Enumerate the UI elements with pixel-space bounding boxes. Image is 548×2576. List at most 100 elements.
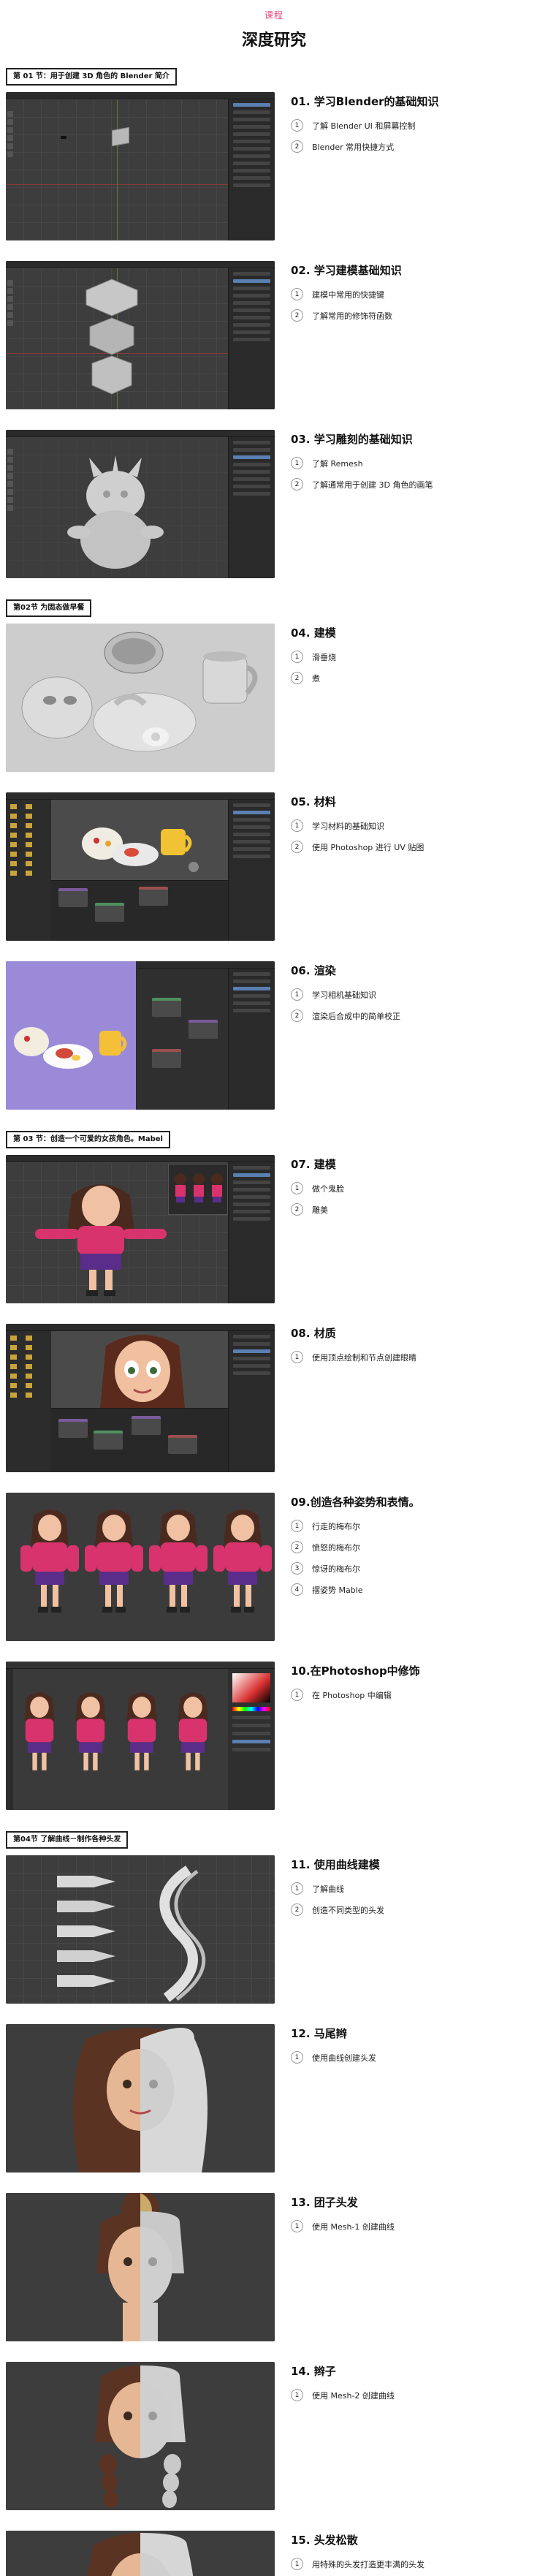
- list-item: 1 使用顶点绘制和节点创建眼睛: [291, 1351, 548, 1363]
- number-badge: 1: [291, 457, 303, 469]
- list-item: 2 了解通常用于创建 3D 角色的画笔: [291, 478, 548, 490]
- number-badge: 3: [291, 1562, 303, 1575]
- lesson-05-screenshot: [6, 792, 275, 941]
- lesson-title: 12. 马尾辫: [291, 2027, 347, 2040]
- list-item: 1 用特殊的头发打造更丰满的头发: [291, 2558, 548, 2570]
- lesson-07: 07. 建模 1 做个鬼脸 2 雕美: [0, 1155, 548, 1303]
- list-item: 1 行走的梅布尔: [291, 1520, 548, 1532]
- number-badge: 2: [291, 1541, 303, 1553]
- section-tag-2: 第02节 为固态做早餐: [6, 599, 92, 617]
- list-item: 1 做个鬼脸: [291, 1182, 548, 1194]
- number-badge: 1: [291, 1882, 303, 1895]
- page-header: 课程 深度研究: [0, 0, 548, 56]
- lesson-15: 15. 头发松散 1 用特殊的头发打造更丰满的头发: [0, 2531, 548, 2576]
- lesson-14: 14. 辫子 1 使用 Mesh-2 创建曲线: [0, 2362, 548, 2510]
- number-badge: 1: [291, 651, 303, 663]
- list-item: 1在 Photoshop 中编辑: [291, 1689, 548, 1701]
- number-badge: 1: [291, 119, 303, 132]
- number-badge: 2: [291, 1903, 303, 1916]
- lesson-title: 05. 材料: [291, 795, 336, 808]
- lesson-14-screenshot: [6, 2362, 275, 2510]
- list-item: 1 使用 Mesh-1 创建曲线: [291, 2220, 548, 2232]
- lesson-01: 01. 学习Blender的基础知识 1 了解 Blender UI 和屏幕控制 …: [0, 92, 548, 240]
- lesson-04-screenshot: [6, 624, 275, 772]
- lesson-title: 13. 团子头发: [291, 2196, 358, 2209]
- lesson-13-screenshot: [6, 2193, 275, 2341]
- section-tag-3: 第 03 节：创造一个可爱的女孩角色。Mabel: [6, 1131, 170, 1148]
- list-item: 2 了解常用的修饰符函数: [291, 309, 548, 322]
- list-item: 1 学习相机基础知识: [291, 988, 548, 1001]
- number-badge: 2: [291, 309, 303, 322]
- lesson-11-screenshot: [6, 1855, 275, 2004]
- lesson-title: 08. 材质: [291, 1327, 336, 1340]
- lesson-title: 11. 使用曲线建模: [291, 1858, 380, 1871]
- lesson-09: 09.创造各种姿势和表情。 1 行走的梅布尔 2 愤怒的梅布尔 3 惊讶的梅布尔 4摆…: [0, 1493, 548, 1641]
- list-item: 1 滑垂烧: [291, 651, 548, 663]
- lesson-04: 04. 建模 1 滑垂烧 2煮: [0, 624, 548, 772]
- number-badge: 2: [291, 478, 303, 490]
- number-badge: 2: [291, 672, 303, 684]
- list-item: 1 了解 Remesh: [291, 457, 548, 469]
- number-badge: 1: [291, 2389, 303, 2401]
- lesson-title: 15. 头发松散: [291, 2534, 358, 2547]
- number-badge: 2: [291, 1009, 303, 1022]
- number-badge: 2: [291, 841, 303, 853]
- lesson-title: 09.创造各种姿势和表情。: [291, 1496, 420, 1509]
- list-item: 1 使用曲线创建头发: [291, 2051, 548, 2064]
- list-item: 2 使用 Photoshop 进行 UV 贴图: [291, 841, 548, 853]
- lesson-03-screenshot: [6, 430, 275, 578]
- number-badge: 1: [291, 288, 303, 300]
- list-item: 2 创造不同类型的头发: [291, 1903, 548, 1916]
- lesson-title: 07. 建模: [291, 1158, 336, 1171]
- number-badge: 2: [291, 1203, 303, 1216]
- lesson-title: 14. 辫子: [291, 2365, 336, 2378]
- section-tag-4: 第04节 了解曲线－制作各种头发: [6, 1831, 129, 1849]
- course-page: { "header": { "kicker": "课程", "title": "…: [0, 0, 548, 2576]
- lesson-06-screenshot: [6, 961, 275, 1110]
- lesson-title: 10.在Photoshop中修饰: [291, 1664, 420, 1678]
- lesson-13: 13. 团子头发 1 使用 Mesh-1 创建曲线: [0, 2193, 548, 2341]
- lesson-title: 02. 学习建模基础知识: [291, 264, 402, 277]
- number-badge: 1: [291, 988, 303, 1001]
- lesson-08-screenshot: [6, 1324, 275, 1472]
- lesson-08: 08. 材质 1 使用顶点绘制和节点创建眼睛: [0, 1324, 548, 1472]
- lesson-12-screenshot: [6, 2024, 275, 2172]
- list-item: 1 使用 Mesh-2 创建曲线: [291, 2389, 548, 2401]
- section-tag-1: 第 01 节：用于创建 3D 角色的 Blender 简介: [6, 68, 177, 86]
- lesson-title: 06. 渲染: [291, 964, 336, 977]
- lesson-09-screenshot: [6, 1493, 275, 1641]
- number-badge: 1: [291, 1182, 303, 1194]
- lesson-title: 04. 建模: [291, 626, 336, 640]
- lesson-06: 06. 渲染 1 学习相机基础知识 2 渲染后合成中的简单校正: [0, 961, 548, 1110]
- lesson-01-screenshot: [6, 92, 275, 240]
- number-badge: 1: [291, 1689, 303, 1701]
- course-kicker: 课程: [264, 10, 283, 20]
- list-item: 2 愤怒的梅布尔: [291, 1541, 548, 1553]
- number-badge: 4: [291, 1583, 303, 1596]
- number-badge: 1: [291, 2051, 303, 2064]
- number-badge: 1: [291, 1520, 303, 1532]
- list-item: 3 惊讶的梅布尔: [291, 1562, 548, 1575]
- list-item: 2 渲染后合成中的简单校正: [291, 1009, 548, 1022]
- lesson-07-screenshot: [6, 1155, 275, 1303]
- lesson-02: 02. 学习建模基础知识 1 建模中常用的快捷键 2 了解常用的修饰符函数: [0, 261, 548, 409]
- list-item: 2 雕美: [291, 1203, 548, 1216]
- number-badge: 1: [291, 1351, 303, 1363]
- list-item: 1 学习材料的基础知识: [291, 819, 548, 832]
- lesson-title: 03. 学习雕刻的基础知识: [291, 433, 413, 446]
- list-item: 2煮: [291, 672, 548, 684]
- lesson-15-screenshot: [6, 2531, 275, 2576]
- page-title: 深度研究: [241, 31, 306, 50]
- lesson-title: 01. 学习Blender的基础知识: [291, 95, 439, 108]
- lesson-05: 05. 材料 1 学习材料的基础知识 2 使用 Photoshop 进行 UV 贴图: [0, 792, 548, 941]
- number-badge: 1: [291, 2558, 303, 2570]
- list-item: 4 摆姿势 Mable: [291, 1583, 548, 1596]
- lesson-12: 12. 马尾辫 1 使用曲线创建头发: [0, 2024, 548, 2172]
- number-badge: 1: [291, 2220, 303, 2232]
- list-item: 1 了解曲线: [291, 1882, 548, 1895]
- lesson-10-screenshot: [6, 1662, 275, 1810]
- list-item: 1 了解 Blender UI 和屏幕控制: [291, 119, 548, 132]
- list-item: 1 建模中常用的快捷键: [291, 288, 548, 300]
- lesson-11: 11. 使用曲线建模 1 了解曲线 2 创造不同类型的头发: [0, 1855, 548, 2004]
- lesson-02-screenshot: [6, 261, 275, 409]
